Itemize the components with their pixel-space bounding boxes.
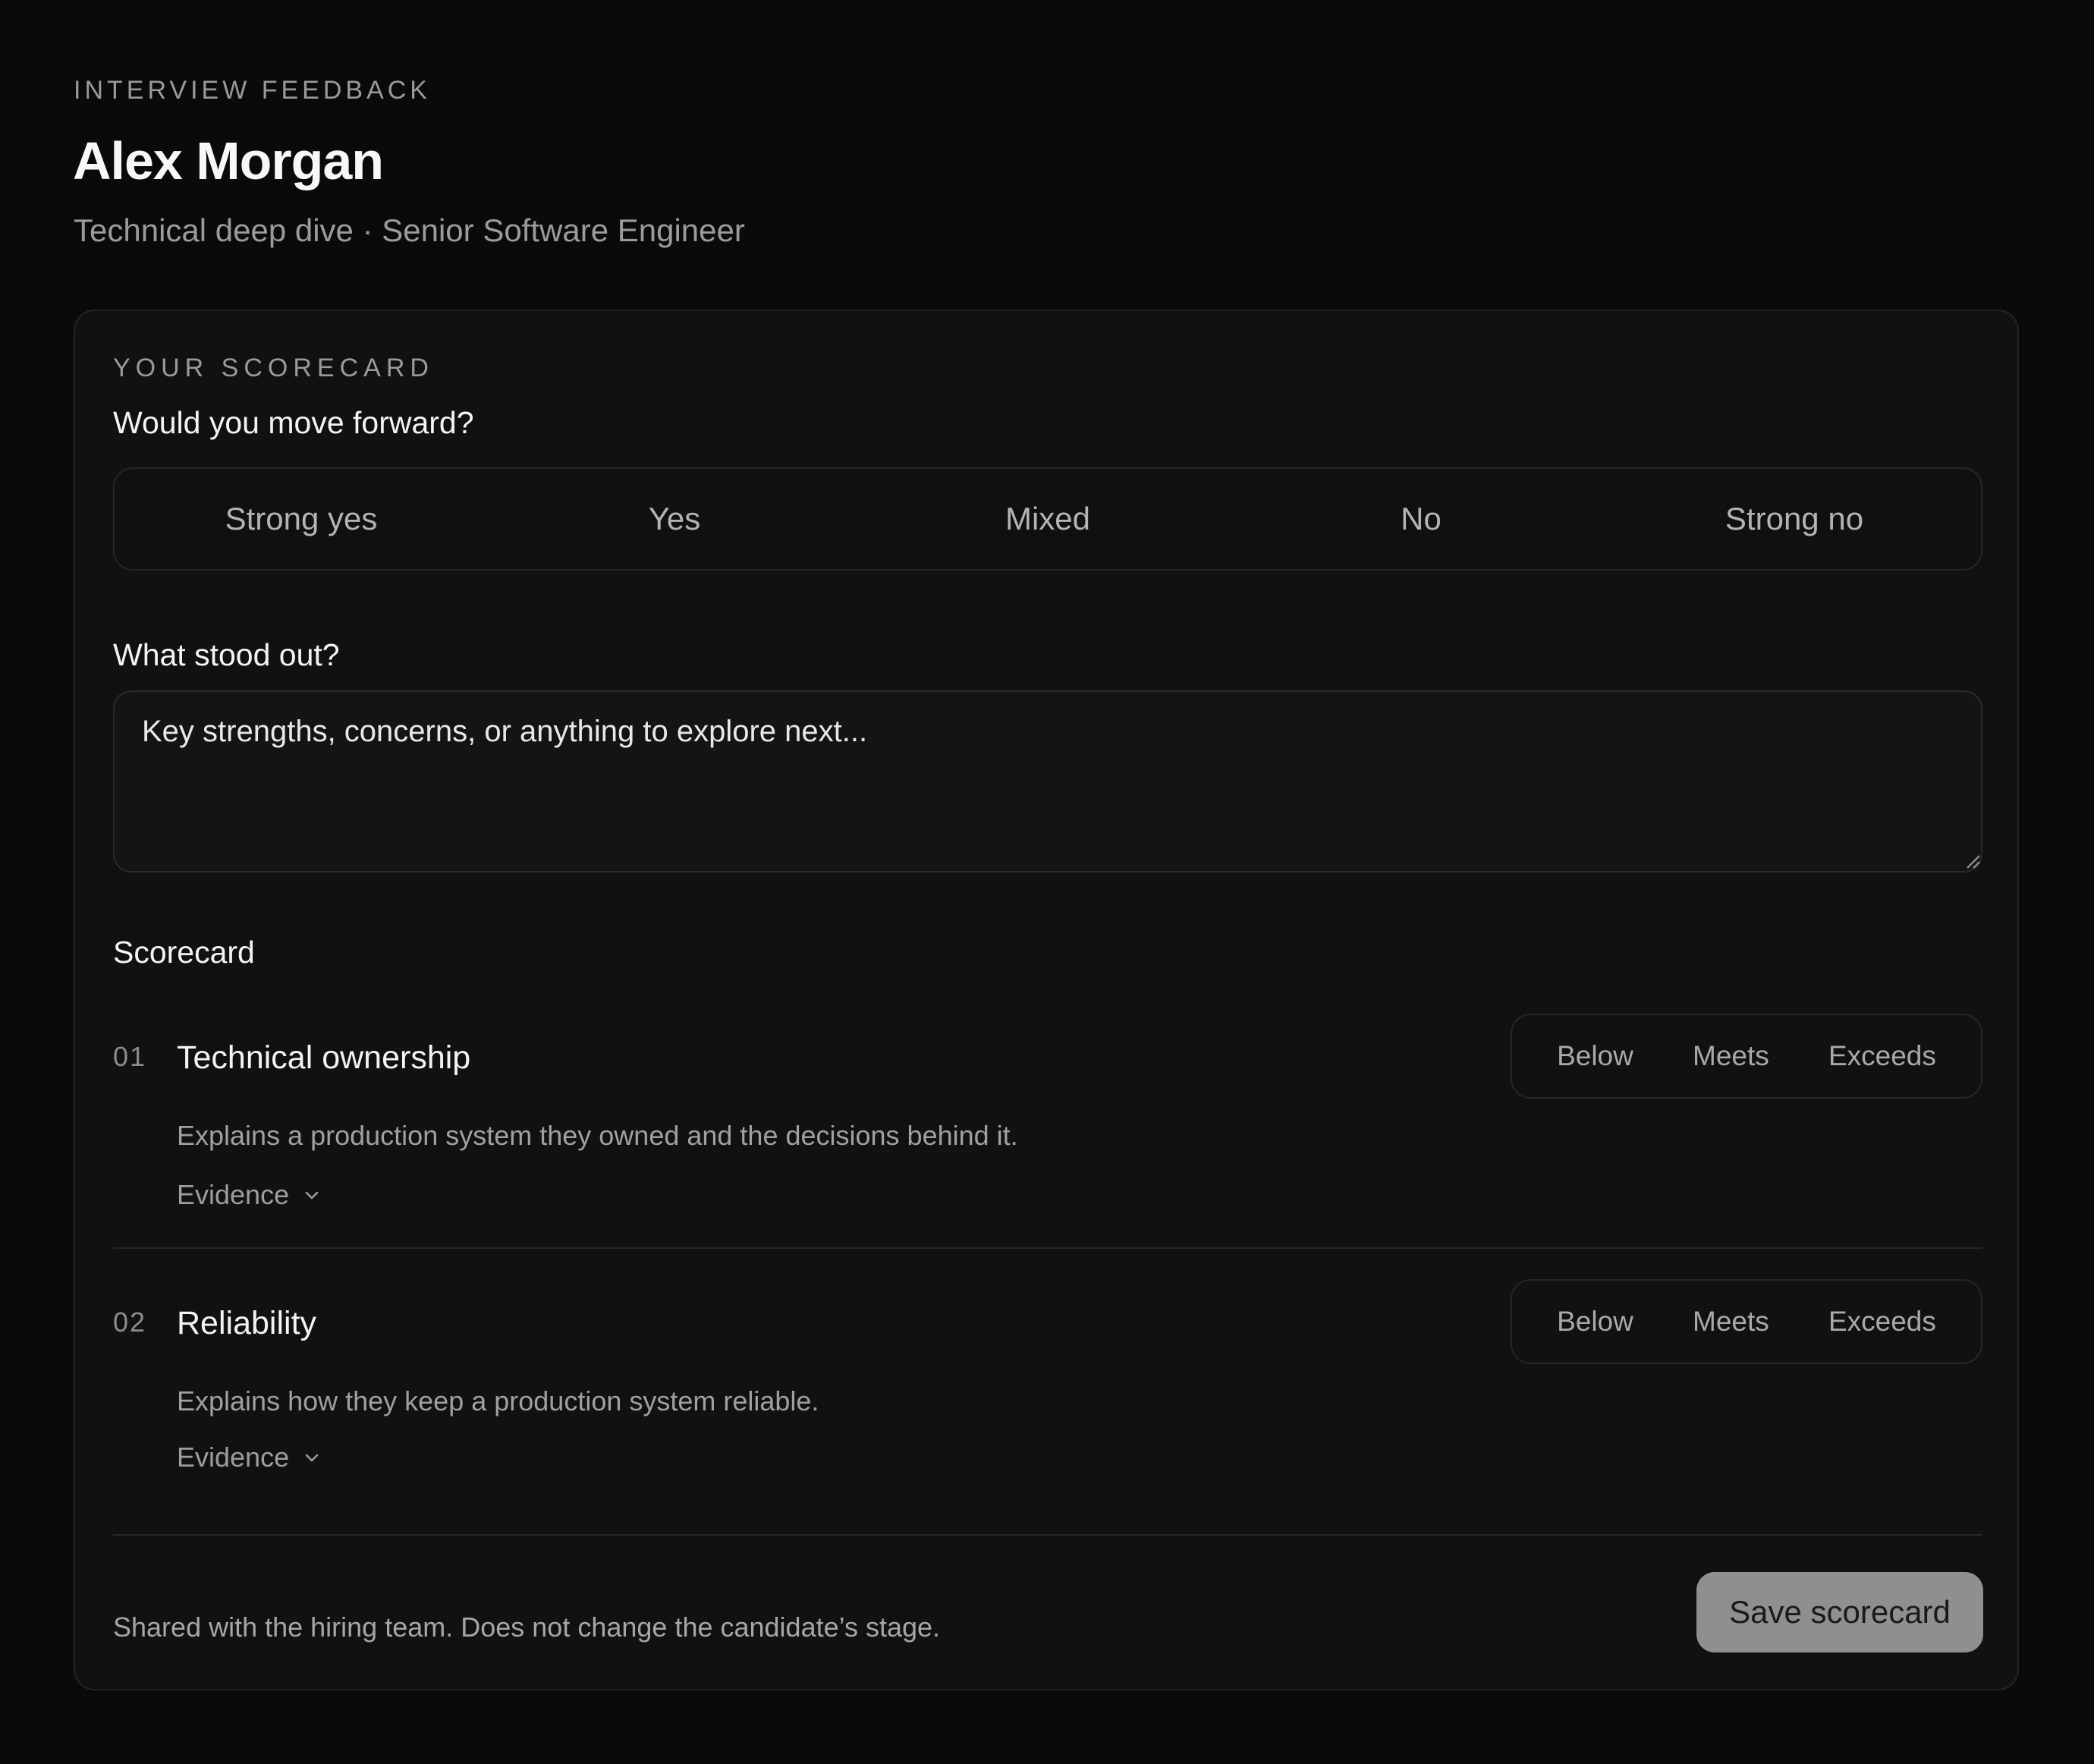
save-scorecard-button[interactable]: Save scorecard bbox=[1696, 1572, 1983, 1652]
rating-selector: Below Meets Exceeds bbox=[1511, 1279, 1982, 1364]
notes-label: What stood out? bbox=[113, 637, 340, 672]
footer-divider bbox=[113, 1534, 1982, 1536]
scorecard-section-title: Scorecard bbox=[113, 935, 255, 970]
rating-option-meets[interactable]: Meets bbox=[1693, 1040, 1769, 1072]
scorecard-eyebrow: YOUR SCORECARD bbox=[113, 354, 434, 382]
sharing-note: Shared with the hiring team. Does not ch… bbox=[113, 1611, 941, 1643]
notes-textarea[interactable] bbox=[113, 690, 1982, 873]
chevron-down-icon bbox=[305, 1191, 319, 1200]
rating-option-exceeds[interactable]: Exceeds bbox=[1828, 1040, 1936, 1072]
evidence-label: Evidence bbox=[177, 1442, 290, 1473]
recommendation-option-mixed[interactable]: Mixed bbox=[861, 469, 1234, 569]
evidence-toggle[interactable]: Evidence bbox=[177, 1179, 321, 1211]
recommendation-selector: Strong yes Yes Mixed No Strong no bbox=[113, 467, 1982, 571]
criterion-divider bbox=[113, 1247, 1982, 1249]
rating-selector: Below Meets Exceeds bbox=[1511, 1014, 1982, 1099]
resize-grip-icon[interactable] bbox=[1964, 853, 1981, 869]
rating-option-below[interactable]: Below bbox=[1557, 1306, 1633, 1338]
criterion-title: Reliability bbox=[177, 1305, 317, 1341]
recommendation-question: Would you move forward? bbox=[113, 405, 474, 440]
criterion-title: Technical ownership bbox=[177, 1039, 471, 1076]
criterion-number: 01 bbox=[113, 1041, 147, 1072]
scorecard-card: YOUR SCORECARD Would you move forward? S… bbox=[74, 310, 2019, 1690]
criterion-description: Explains a production system they owned … bbox=[177, 1120, 1018, 1151]
rating-option-below[interactable]: Below bbox=[1557, 1040, 1633, 1072]
criterion-description: Explains how they keep a production syst… bbox=[177, 1385, 819, 1417]
interview-subtitle: Technical deep dive · Senior Software En… bbox=[74, 212, 745, 248]
recommendation-option-strong-no[interactable]: Strong no bbox=[1608, 469, 1981, 569]
chevron-down-icon bbox=[305, 1454, 319, 1462]
evidence-toggle[interactable]: Evidence bbox=[177, 1442, 321, 1473]
candidate-name: Alex Morgan bbox=[73, 131, 384, 190]
rating-option-meets[interactable]: Meets bbox=[1693, 1306, 1769, 1338]
evidence-label: Evidence bbox=[177, 1179, 290, 1210]
rating-option-exceeds[interactable]: Exceeds bbox=[1828, 1306, 1936, 1338]
recommendation-option-strong-yes[interactable]: Strong yes bbox=[115, 469, 488, 569]
criterion-number: 02 bbox=[113, 1306, 147, 1338]
page-eyebrow: INTERVIEW FEEDBACK bbox=[74, 76, 431, 105]
recommendation-option-no[interactable]: No bbox=[1234, 469, 1608, 569]
recommendation-option-yes[interactable]: Yes bbox=[488, 469, 861, 569]
